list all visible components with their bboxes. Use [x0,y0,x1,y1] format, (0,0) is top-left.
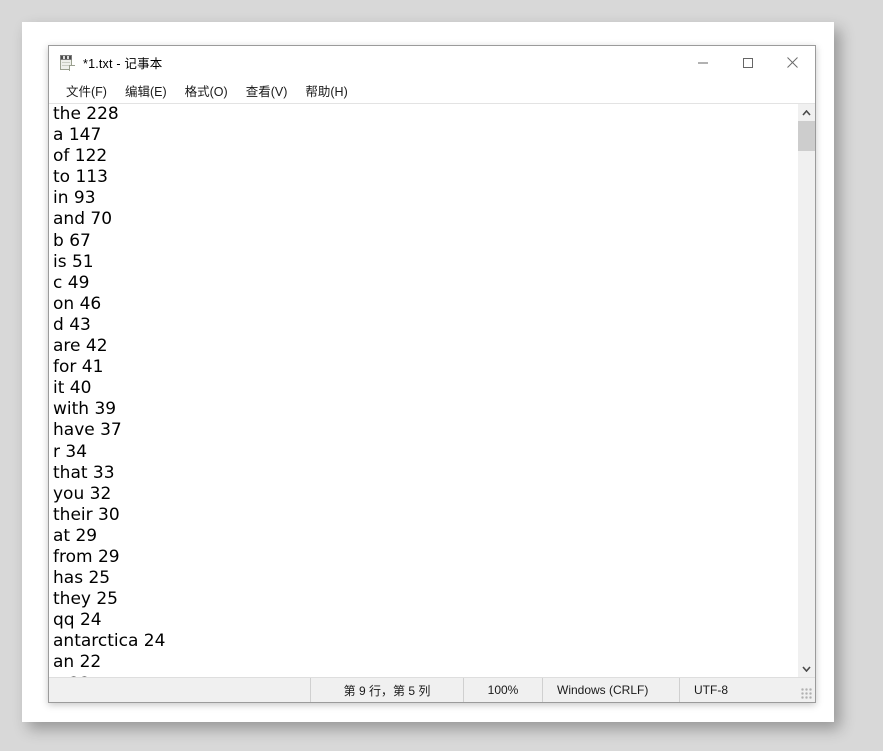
status-zoom-level[interactable]: 100% [463,678,542,702]
minimize-icon [697,62,708,63]
scroll-thumb[interactable] [798,121,815,151]
menu-item-view[interactable]: 查看(V) [237,79,297,103]
menu-item-file[interactable]: 文件(F) [57,79,116,103]
scroll-down-button[interactable] [798,660,815,677]
text-line: on 46 [53,293,102,314]
window-title: *1.txt - 记事本 [83,57,163,71]
text-line: an 22 [53,652,102,673]
chevron-up-icon [802,109,811,116]
text-line: that 33 [53,462,115,483]
text-line: they 25 [53,589,118,610]
text-line: c 49 [53,272,90,293]
text-line: is 51 [53,251,94,272]
minimize-button[interactable] [680,46,725,79]
menu-bar: 文件(F) 编辑(E) 格式(O) 查看(V) 帮助(H) [49,79,815,103]
text-line: the 228 [53,104,119,124]
status-cursor-position: 第 9 行，第 5 列 [310,678,463,702]
close-icon [787,57,798,68]
menu-item-format[interactable]: 格式(O) [176,79,237,103]
text-line: r 34 [53,441,88,462]
notepad-icon [59,54,75,71]
text-line: a 147 [53,125,102,146]
text-line: their 30 [53,504,120,525]
chevron-down-icon [802,665,811,672]
text-line: with 39 [53,399,117,420]
maximize-button[interactable] [725,46,770,79]
text-line: and 70 [53,209,113,230]
text-line: it 40 [53,378,92,399]
notepad-window: *1.txt - 记事本 文件(F) 编辑(E) 格式(O) 查看(V) 帮助(… [48,45,816,703]
text-line: b 67 [53,230,91,251]
text-line: antarctica 24 [53,631,166,652]
text-line: d 43 [53,314,91,335]
editor-area[interactable]: the 228 a 147 of 122 to 113 in 93 and 70 b 67 i… [49,103,815,677]
scroll-up-button[interactable] [798,104,815,121]
window-controls [680,46,815,79]
text-line: to 113 [53,167,108,188]
scroll-track[interactable] [798,121,815,660]
text-document[interactable]: the 228 a 147 of 122 to 113 in 93 and 70 b 67 i… [49,104,797,677]
text-line: have 37 [53,420,122,441]
title-bar[interactable]: *1.txt - 记事本 [49,46,815,79]
text-line: of 122 [53,146,108,167]
status-bar: 第 9 行，第 5 列 100% Windows (CRLF) UTF-8 [49,677,815,702]
text-line: has 25 [53,568,111,589]
text-line: at 29 [53,525,98,546]
status-line-ending: Windows (CRLF) [542,678,679,702]
text-line: in 93 [53,188,96,209]
text-line: qq 24 [53,610,102,631]
menu-item-edit[interactable]: 编辑(E) [116,79,176,103]
text-line: from 29 [53,546,120,567]
text-line: you 32 [53,483,112,504]
text-line: are 42 [53,336,108,357]
close-button[interactable] [770,46,815,79]
status-bar-spacer [49,678,310,702]
vertical-scrollbar[interactable] [797,104,815,677]
maximize-icon [742,57,753,68]
menu-item-help[interactable]: 帮助(H) [296,79,356,103]
text-line: for 41 [53,357,104,378]
status-encoding: UTF-8 [679,678,794,702]
resize-grip-icon[interactable] [794,678,815,702]
